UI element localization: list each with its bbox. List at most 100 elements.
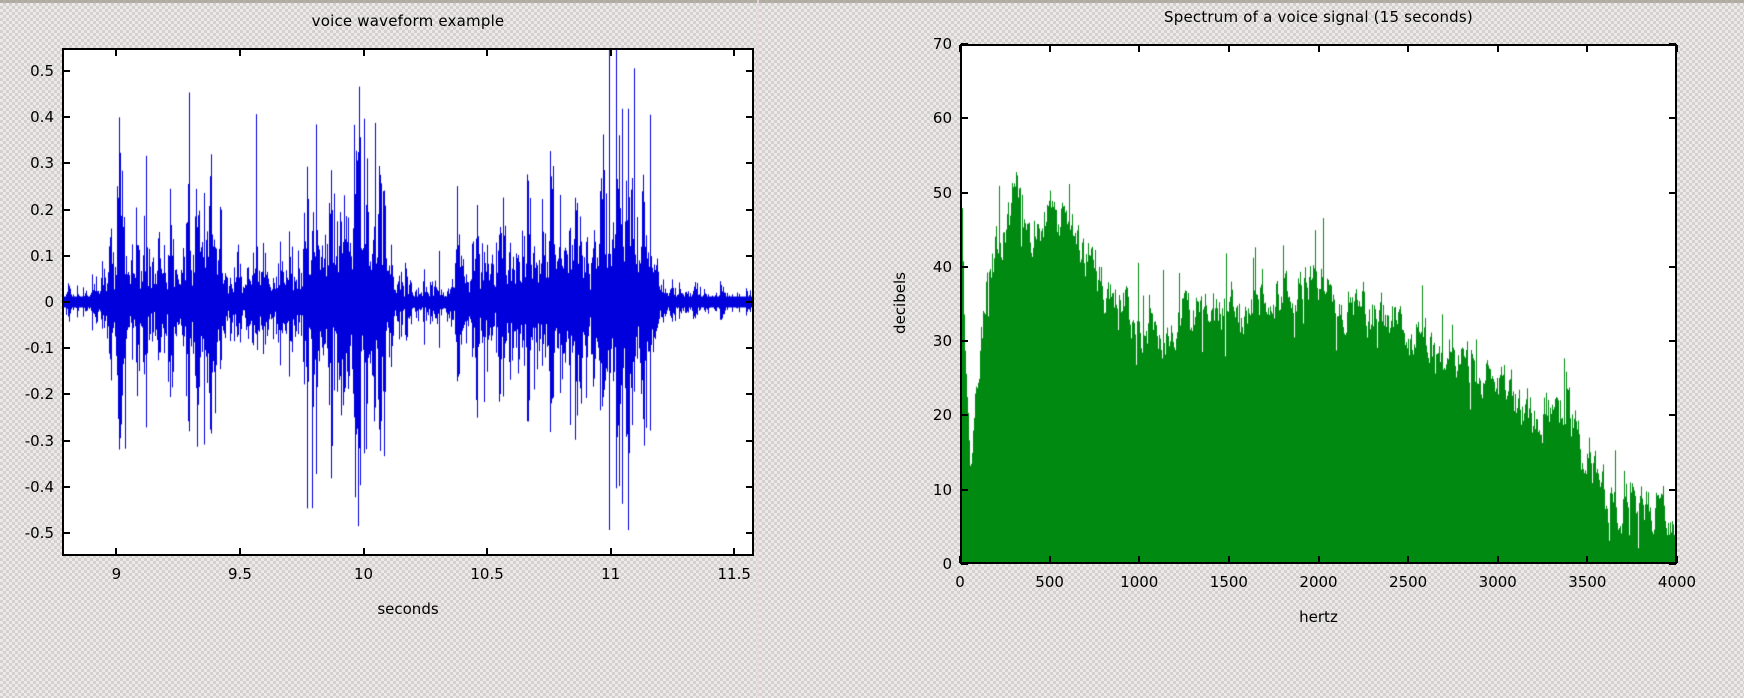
y-tick-right xyxy=(746,347,753,350)
y-tick-right xyxy=(746,301,753,303)
y-tick xyxy=(63,70,70,73)
y-tick-label: 0.3 xyxy=(30,154,54,173)
waveform-panel: voice waveform example seconds 9 9.5 10 10.… xyxy=(0,0,756,698)
x-tick xyxy=(1407,556,1410,563)
x-tick xyxy=(1676,556,1678,563)
x-tick-top xyxy=(609,49,612,56)
x-tick-top xyxy=(486,49,489,56)
y-tick-right xyxy=(1669,191,1676,194)
y-tick-right xyxy=(1669,563,1676,565)
y-tick-right xyxy=(746,393,753,396)
x-tick xyxy=(733,548,736,555)
spectrum-canvas xyxy=(962,46,1675,562)
y-tick-label: 40 xyxy=(932,257,952,276)
x-tick xyxy=(609,548,612,555)
x-tick-top xyxy=(959,45,961,52)
y-tick xyxy=(63,347,70,350)
y-tick-right xyxy=(746,485,753,488)
y-tick xyxy=(63,485,70,488)
y-tick xyxy=(63,301,70,303)
x-tick-top xyxy=(238,49,241,56)
y-tick xyxy=(63,116,70,119)
spectrum-axes xyxy=(960,44,1677,564)
x-tick xyxy=(486,548,489,555)
y-tick-label: 0 xyxy=(44,293,54,311)
y-tick-right xyxy=(746,439,753,442)
x-tick-label: 1500 xyxy=(1209,573,1248,591)
y-tick xyxy=(63,208,70,211)
x-tick-label: 500 xyxy=(1035,573,1064,591)
x-tick-top xyxy=(1317,45,1320,52)
y-tick-label: 0.5 xyxy=(30,62,54,81)
y-tick-label: -0.2 xyxy=(24,385,54,404)
y-tick-label: 20 xyxy=(932,406,952,425)
y-tick-right xyxy=(1669,340,1676,343)
x-tick-label: 11.5 xyxy=(717,565,751,583)
y-tick xyxy=(961,265,968,268)
y-tick xyxy=(961,117,968,120)
x-tick-label: 3000 xyxy=(1478,573,1517,591)
y-tick xyxy=(961,488,968,491)
y-tick-label: 70 xyxy=(932,35,952,53)
y-tick-label: 30 xyxy=(932,332,952,351)
y-tick-right xyxy=(1669,265,1676,268)
x-tick-label: 0 xyxy=(955,573,965,591)
x-tick-label: 4000 xyxy=(1657,573,1697,591)
x-tick xyxy=(1138,556,1141,563)
waveform-xaxis-label: seconds xyxy=(377,600,439,618)
y-tick-right xyxy=(746,531,753,534)
y-tick-label: 0.4 xyxy=(30,108,54,127)
y-tick xyxy=(961,414,968,417)
x-tick-label: 2500 xyxy=(1389,573,1428,591)
y-tick-right xyxy=(746,254,753,257)
y-tick xyxy=(961,43,968,45)
y-tick-label: 0.2 xyxy=(30,200,54,219)
y-tick xyxy=(961,340,968,343)
y-tick xyxy=(63,393,70,396)
x-tick-label: 10 xyxy=(353,565,374,583)
x-tick xyxy=(238,548,241,555)
x-tick-label: 2000 xyxy=(1299,573,1338,591)
x-tick-top xyxy=(362,49,365,56)
x-tick-label: 3500 xyxy=(1568,573,1607,591)
x-tick xyxy=(1227,556,1230,563)
y-tick-right xyxy=(746,70,753,73)
y-tick xyxy=(63,162,70,165)
spectrum-xaxis-label: hertz xyxy=(1299,608,1338,626)
y-tick-right xyxy=(746,162,753,165)
y-tick xyxy=(63,254,70,257)
panel-divider xyxy=(757,0,759,698)
y-tick-label: 50 xyxy=(932,183,952,202)
x-tick-label: 1000 xyxy=(1120,573,1159,591)
x-tick-label: 9 xyxy=(111,565,122,583)
waveform-canvas xyxy=(64,50,752,554)
x-tick xyxy=(1317,556,1320,563)
figure-canvas: voice waveform example seconds 9 9.5 10 10.… xyxy=(0,0,1744,698)
spectrum-panel: Spectrum of a voice signal (15 seconds) … xyxy=(760,0,1744,698)
waveform-plot-title: voice waveform example xyxy=(311,12,505,30)
x-tick-top xyxy=(1496,45,1499,52)
x-tick xyxy=(1496,556,1499,563)
y-tick-label: -0.3 xyxy=(24,431,54,450)
x-tick-top xyxy=(1048,45,1051,52)
x-tick-label: 10.5 xyxy=(470,565,504,583)
waveform-axes xyxy=(62,48,754,556)
x-tick xyxy=(1048,556,1051,563)
x-tick-top xyxy=(115,49,118,56)
y-tick-label: 0 xyxy=(942,555,952,573)
y-tick-right xyxy=(1669,117,1676,120)
y-tick-label: -0.5 xyxy=(24,523,54,542)
y-tick-right xyxy=(1669,414,1676,417)
y-tick-label: -0.1 xyxy=(24,339,54,358)
y-tick-label: -0.4 xyxy=(24,477,54,496)
x-tick-label: 11 xyxy=(601,565,621,583)
x-tick-top xyxy=(1586,45,1589,52)
x-tick-top xyxy=(733,49,736,56)
x-tick xyxy=(115,548,118,555)
y-tick-right xyxy=(746,208,753,211)
y-tick xyxy=(961,191,968,194)
x-tick-top xyxy=(1676,45,1678,52)
x-tick-top xyxy=(1227,45,1230,52)
x-tick xyxy=(362,548,365,555)
x-tick xyxy=(1586,556,1589,563)
